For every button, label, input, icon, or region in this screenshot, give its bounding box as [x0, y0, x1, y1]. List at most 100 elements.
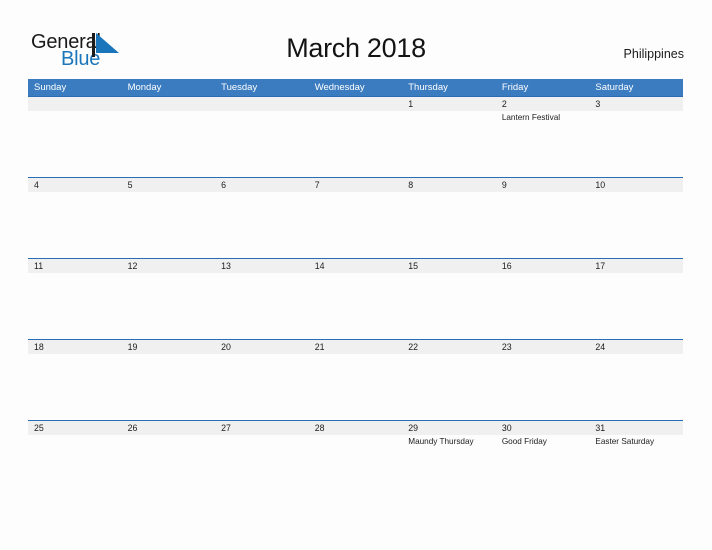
calendar-day-cell[interactable]: 3	[589, 96, 683, 177]
day-number: 14	[314, 260, 325, 271]
weekday-monday: Monday	[127, 82, 162, 93]
calendar-day-cell[interactable]: 12	[121, 258, 216, 339]
calendar-day-cell[interactable]: 7	[308, 177, 403, 258]
day-number-band	[495, 96, 590, 111]
weekday-header-row: Sunday Monday Tuesday Wednesday Thursday…	[28, 79, 683, 96]
day-number: 31	[595, 422, 606, 433]
calendar-day-cell[interactable]: 5	[121, 177, 216, 258]
weekday-thursday: Thursday	[408, 82, 448, 93]
calendar-day-cell[interactable]: 31 Easter Saturday	[589, 420, 683, 501]
calendar-day-cell[interactable]: 20	[215, 339, 309, 420]
calendar-day-cell[interactable]: 11	[28, 258, 122, 339]
day-number: 12	[127, 260, 138, 271]
calendar-day-cell[interactable]: 10	[589, 177, 683, 258]
calendar-day-cell[interactable]: 30 Good Friday	[495, 420, 590, 501]
day-number: 8	[408, 179, 414, 190]
day-number-band	[308, 96, 403, 111]
calendar-day-cell[interactable]: 29 Maundy Thursday	[402, 420, 496, 501]
calendar-day-cell-empty[interactable]	[308, 96, 403, 177]
day-number: 13	[221, 260, 231, 271]
day-number: 3	[595, 98, 601, 109]
day-number: 23	[501, 341, 512, 352]
day-number: 28	[314, 422, 325, 433]
day-number-band	[402, 96, 496, 111]
page-title: March 2018	[286, 33, 426, 63]
calendar-day-cell[interactable]: 27	[215, 420, 309, 501]
calendar-day-cell[interactable]: 2 Lantern Festival	[495, 96, 590, 177]
day-number: 25	[34, 422, 44, 433]
day-number-band	[402, 177, 496, 192]
weekday-tuesday: Tuesday	[221, 82, 258, 93]
day-number: 2	[501, 98, 507, 109]
day-number: 30	[501, 422, 512, 433]
calendar-week-row: 18 19 20 21 22 23 24	[28, 339, 683, 420]
calendar-day-cell[interactable]: 16	[495, 258, 590, 339]
weekday-friday: Friday	[501, 82, 529, 93]
calendar-day-cell[interactable]: 25	[28, 420, 122, 501]
calendar-day-cell[interactable]: 18	[28, 339, 122, 420]
calendar-day-cell-empty[interactable]	[215, 96, 309, 177]
calendar-day-cell[interactable]: 19	[121, 339, 216, 420]
calendar-day-cell[interactable]: 9	[495, 177, 590, 258]
day-number: 24	[595, 341, 606, 352]
weekday-sunday: Sunday	[34, 82, 67, 93]
day-number-band	[28, 96, 122, 111]
day-number: 20	[221, 341, 231, 352]
calendar-week-row: 11 12 13 14 15 16 17	[28, 258, 683, 339]
calendar-day-cell[interactable]: 8	[402, 177, 496, 258]
day-number: 22	[408, 341, 419, 352]
day-number: 11	[34, 260, 44, 271]
calendar-page: General Blue March 2018 Philippines Sund…	[0, 0, 712, 550]
day-event-label: Easter Saturday	[595, 437, 655, 446]
calendar-grid: Sunday Monday Tuesday Wednesday Thursday…	[28, 79, 683, 501]
calendar-weeks: 1 2 Lantern Festival 3 4 5 6 7 8 9 10 11 12 13 14 15 16 1…	[28, 96, 683, 501]
calendar-week-row: 4 5 6 7 8 9 10	[28, 177, 683, 258]
day-number: 17	[595, 260, 606, 271]
day-number: 1	[408, 98, 414, 109]
calendar-day-cell[interactable]: 17	[589, 258, 683, 339]
weekday-saturday: Saturday	[595, 82, 634, 93]
day-number: 18	[34, 341, 44, 352]
day-number-band	[121, 177, 216, 192]
calendar-day-cell[interactable]: 24	[589, 339, 683, 420]
calendar-week-row: 25 26 27 28 29 Maundy Thursday 30 Good Friday 31…	[28, 420, 683, 501]
day-number-band	[215, 177, 309, 192]
weekday-wednesday: Wednesday	[314, 82, 365, 93]
calendar-day-cell[interactable]: 22	[402, 339, 496, 420]
calendar-day-cell[interactable]: 21	[308, 339, 403, 420]
day-number: 27	[221, 422, 231, 433]
day-number: 21	[314, 341, 325, 352]
day-number-band	[495, 177, 590, 192]
day-event-label: Maundy Thursday	[408, 437, 474, 446]
day-number: 26	[127, 422, 138, 433]
day-number-band	[308, 177, 403, 192]
page-header: General Blue March 2018 Philippines	[0, 0, 712, 79]
day-number-band	[215, 96, 309, 111]
day-number: 15	[408, 260, 419, 271]
calendar-day-cell[interactable]: 26	[121, 420, 216, 501]
calendar-week-row: 1 2 Lantern Festival 3	[28, 96, 683, 177]
calendar-day-cell[interactable]: 14	[308, 258, 403, 339]
day-number: 4	[34, 179, 39, 190]
day-event-label: Good Friday	[501, 437, 547, 446]
calendar-day-cell[interactable]: 28	[308, 420, 403, 501]
day-event-label: Lantern Festival	[501, 113, 561, 122]
day-number: 16	[501, 260, 512, 271]
calendar-day-cell[interactable]: 1	[402, 96, 496, 177]
calendar-day-cell[interactable]: 15	[402, 258, 496, 339]
day-number: 5	[127, 179, 133, 190]
day-number: 9	[501, 179, 507, 190]
calendar-day-cell[interactable]: 13	[215, 258, 309, 339]
day-number-band	[121, 96, 216, 111]
country-label: Philippines	[623, 47, 684, 61]
calendar-day-cell-empty[interactable]	[28, 96, 122, 177]
day-number: 19	[127, 341, 138, 352]
day-number: 29	[408, 422, 419, 433]
day-number-band	[589, 96, 683, 111]
day-number: 10	[595, 179, 606, 190]
calendar-day-cell-empty[interactable]	[121, 96, 216, 177]
calendar-day-cell[interactable]: 23	[495, 339, 590, 420]
calendar-day-cell[interactable]: 6	[215, 177, 309, 258]
day-number-band	[28, 177, 122, 192]
calendar-day-cell[interactable]: 4	[28, 177, 122, 258]
